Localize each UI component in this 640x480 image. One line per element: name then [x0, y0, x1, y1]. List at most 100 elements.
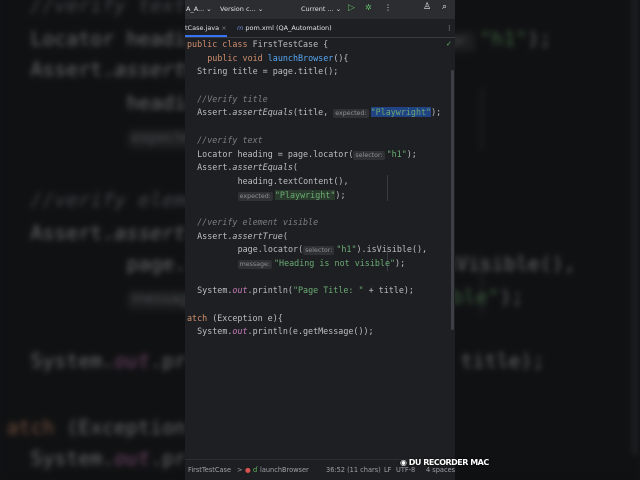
- code-line[interactable]: message: "Heading is not visible");: [185, 257, 455, 271]
- project-label: A_A...: [186, 5, 205, 13]
- search-icon[interactable]: ⌕: [442, 2, 447, 12]
- caret-position[interactable]: 36:52 (11 chars): [326, 466, 381, 474]
- code-token: Assert.: [197, 107, 233, 118]
- code-line[interactable]: String title = page.title();: [185, 65, 455, 79]
- vcs-selector[interactable]: Version c... ⌄: [220, 5, 263, 13]
- code-token: (: [292, 162, 298, 173]
- breadcrumb-method[interactable]: launchBrowser: [260, 466, 309, 474]
- tab-label: tCase.java: [185, 24, 220, 32]
- code-line[interactable]: [185, 202, 455, 216]
- run-config-label: Current ...: [301, 5, 334, 13]
- tabs-menu-icon[interactable]: ⋮: [446, 24, 453, 32]
- code-token: "Playwright": [370, 107, 432, 118]
- code-token: String title = page.title();: [197, 66, 339, 77]
- tab-firsttestcase[interactable]: tCase.java ×: [185, 24, 227, 37]
- code-token: "Playwright": [274, 189, 336, 200]
- code-token: atch: [187, 312, 213, 323]
- code-token: (Exception e){: [212, 312, 283, 323]
- tab-label: pom.xml (QA_Automation): [245, 24, 332, 32]
- code-token: //verify text: [197, 134, 263, 145]
- code-token: );: [335, 189, 346, 200]
- code-token: );: [499, 284, 524, 309]
- code-token: out: [114, 349, 151, 374]
- code-token: //verify element visible: [197, 216, 319, 227]
- code-token: out: [232, 326, 248, 337]
- code-line[interactable]: System.out.println(e.getMessage());: [185, 325, 455, 339]
- lock-icon: ɗ: [253, 466, 258, 474]
- code-line[interactable]: System.out.println("Page Title: " + titl…: [185, 284, 455, 298]
- code-line[interactable]: expected: "Playwright");: [185, 189, 455, 203]
- code-token: public class: [187, 39, 253, 49]
- code-token: Assert.: [197, 162, 233, 173]
- tab-pom[interactable]: m pom.xml (QA_Automation): [237, 24, 332, 32]
- play-icon[interactable]: ▷: [348, 3, 355, 13]
- maven-icon: m: [237, 24, 244, 32]
- code-token: page.locator(: [237, 244, 304, 255]
- code-line[interactable]: page.locator(selector: "h1").isVisible(),: [185, 243, 455, 257]
- code-token: "Heading is not visible": [274, 258, 396, 268]
- code-token: );: [431, 107, 442, 118]
- bug-icon[interactable]: ✲: [365, 3, 372, 12]
- code-token: Assert.: [197, 230, 233, 241]
- watermark: ◉ DU RECORDER MAC: [400, 458, 489, 467]
- vcs-label: Version c...: [220, 5, 256, 13]
- code-token: FirstTestCase {: [252, 39, 329, 49]
- run-config-selector[interactable]: Current ... ⌄: [301, 5, 341, 13]
- add-user-icon[interactable]: ♙: [423, 2, 431, 12]
- code-token: Assert.: [30, 219, 115, 244]
- more-icon[interactable]: ⋮: [384, 3, 392, 12]
- code-token: "h1": [386, 148, 407, 159]
- code-token: //verify text: [30, 0, 186, 17]
- code-token: System.: [30, 349, 115, 374]
- code-line[interactable]: //verify element visible: [185, 216, 455, 230]
- code-line[interactable]: [185, 298, 455, 312]
- parameter-hint: expected:: [237, 191, 273, 201]
- code-token: );: [406, 148, 417, 159]
- project-selector[interactable]: A_A... ⌄: [186, 5, 212, 13]
- vertical-scrollbar[interactable]: [451, 70, 454, 330]
- line-ending[interactable]: LF: [384, 466, 391, 474]
- code-token: Assert.: [30, 57, 115, 82]
- code-line[interactable]: public void launchBrowser(){: [185, 52, 455, 66]
- parameter-hint: selector:: [303, 246, 335, 256]
- code-editor[interactable]: public class FirstTestCase {public void …: [185, 38, 455, 339]
- code-token: assertTrue: [232, 230, 283, 241]
- code-token: assertEquals: [232, 107, 293, 118]
- code-token: + title);: [363, 285, 414, 296]
- code-line[interactable]: heading.textContent(),: [185, 175, 455, 189]
- code-token: heading.textContent(),: [237, 175, 349, 186]
- close-icon[interactable]: ×: [221, 24, 226, 32]
- code-line[interactable]: //Verify title: [185, 93, 455, 107]
- code-line[interactable]: Assert.assertTrue(: [185, 230, 455, 244]
- indent-setting[interactable]: 4 spaces: [426, 466, 455, 474]
- watermark-text: DU RECORDER MAC: [408, 458, 489, 467]
- code-line[interactable]: Locator heading = page.locator(selector:…: [185, 148, 455, 162]
- code-token: assertEquals: [232, 162, 293, 173]
- code-token: launchBrowser: [267, 52, 334, 63]
- method-icon: ●: [245, 466, 251, 474]
- code-token: );: [395, 258, 406, 268]
- code-line[interactable]: Assert.assertEquals(: [185, 161, 455, 175]
- vertical-scrollbar: [632, 0, 637, 456]
- code-token: System.: [197, 285, 233, 296]
- parameter-hint: message:: [237, 260, 273, 269]
- code-token: (: [282, 230, 288, 241]
- code-line[interactable]: //verify text: [185, 134, 455, 148]
- code-line[interactable]: [185, 79, 455, 93]
- breadcrumb-file[interactable]: FirstTestCase: [188, 466, 231, 474]
- code-token: public void: [207, 52, 268, 63]
- code-token: .println(e.getMessage());: [247, 326, 374, 337]
- code-line[interactable]: public class FirstTestCase {: [185, 38, 455, 52]
- code-token: atch: [6, 414, 67, 439]
- code-line[interactable]: Assert.assertEquals(title, expected: "Pla…: [185, 106, 455, 120]
- record-icon: ◉: [400, 458, 407, 467]
- encoding[interactable]: UTF-8: [396, 466, 415, 474]
- code-line[interactable]: [185, 271, 455, 285]
- ide-window: A_A... ⌄ Version c... ⌄ Current ... ⌄ ▷ …: [185, 0, 455, 480]
- code-line[interactable]: [185, 120, 455, 134]
- code-line[interactable]: atch (Exception e){: [185, 312, 455, 326]
- code-token: //Verify title: [197, 93, 268, 104]
- code-token: "h1": [336, 244, 357, 255]
- code-token: out: [114, 446, 151, 471]
- code-token: (title,: [292, 107, 334, 118]
